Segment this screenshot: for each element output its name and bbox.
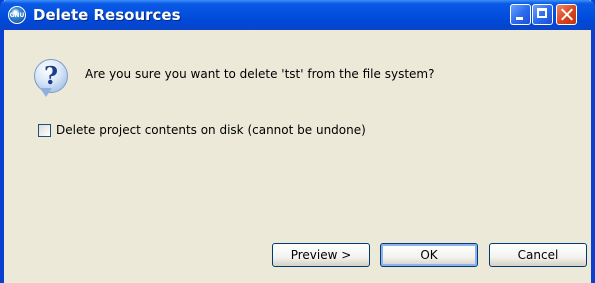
title-bar[interactable]: GNU Delete Resources: [0, 0, 595, 30]
ok-button[interactable]: OK: [380, 243, 478, 267]
dialog-window: GNU Delete Resources ? Are you sure you …: [0, 0, 595, 283]
preview-button[interactable]: Preview >: [272, 243, 370, 267]
maximize-button[interactable]: [532, 4, 553, 25]
window-title: Delete Resources: [33, 6, 181, 24]
gnu-app-icon: GNU: [8, 6, 26, 24]
cancel-button[interactable]: Cancel: [489, 243, 587, 267]
minimize-button[interactable]: [510, 4, 531, 25]
question-icon-tail: [40, 88, 52, 97]
close-button[interactable]: [556, 4, 577, 25]
delete-contents-label[interactable]: Delete project contents on disk (cannot …: [56, 123, 366, 137]
delete-contents-checkbox[interactable]: [38, 124, 51, 137]
confirmation-message: Are you sure you want to delete 'tst' fr…: [85, 67, 435, 81]
